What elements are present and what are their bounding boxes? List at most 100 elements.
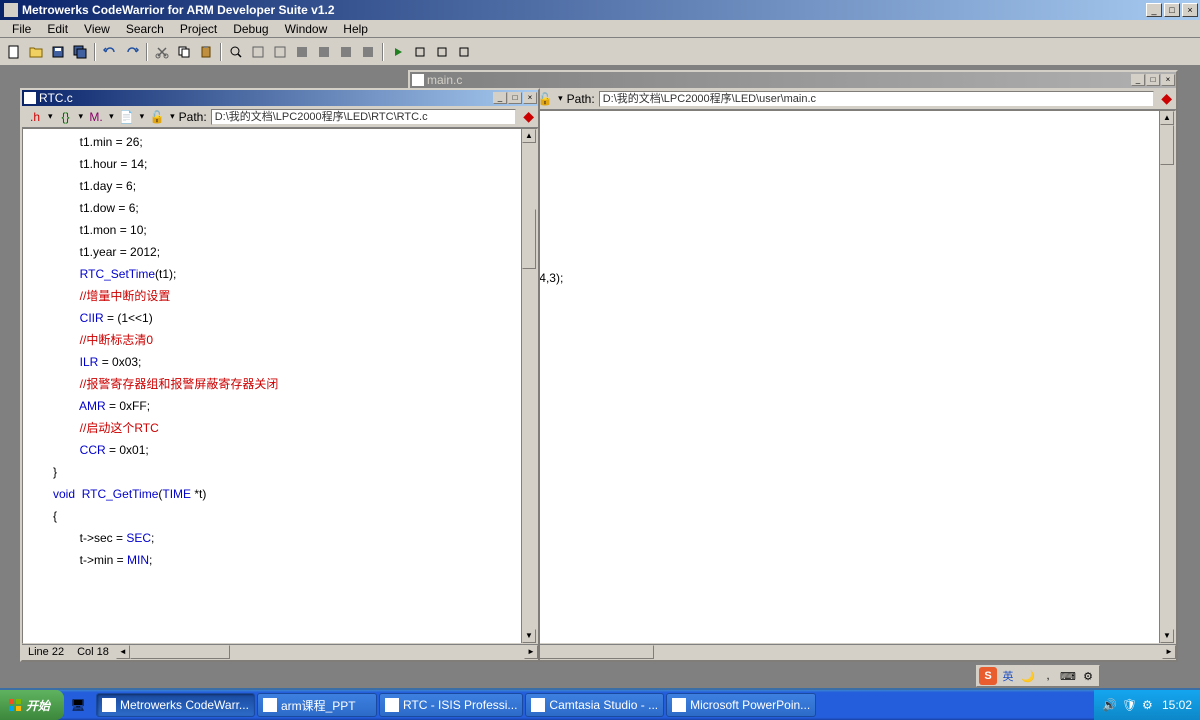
ime-punct-icon[interactable]: , xyxy=(1039,667,1057,685)
scroll-up-button[interactable]: ▲ xyxy=(522,129,536,143)
max-button[interactable]: □ xyxy=(1146,74,1160,86)
menu-window[interactable]: Window xyxy=(277,21,336,37)
scroll-thumb[interactable] xyxy=(1160,125,1174,165)
modified-indicator-icon[interactable]: ◆ xyxy=(1161,90,1172,107)
toolbar-icon-5[interactable] xyxy=(432,42,452,62)
doc-nav-icon[interactable]: 📄 xyxy=(118,108,136,126)
scroll-down-button[interactable]: ▼ xyxy=(1160,629,1174,643)
path-field-main[interactable]: D:\我的文档\LPC2000程序\LED\user\main.c xyxy=(599,91,1155,107)
menu-debug[interactable]: Debug xyxy=(225,21,276,37)
scroll-up-button[interactable]: ▲ xyxy=(1160,111,1174,125)
path-label: Path: xyxy=(567,92,595,106)
task-button[interactable]: RTC - ISIS Professi... xyxy=(379,693,523,717)
task-button[interactable]: Camtasia Studio - ... xyxy=(525,693,664,717)
min-button[interactable]: _ xyxy=(493,92,507,104)
save-all-icon[interactable] xyxy=(70,42,90,62)
menu-edit[interactable]: Edit xyxy=(39,21,76,37)
new-file-icon[interactable] xyxy=(4,42,24,62)
find-icon[interactable] xyxy=(226,42,246,62)
task-button[interactable]: Microsoft PowerPoin... xyxy=(666,693,816,717)
modified-indicator-icon[interactable]: ◆ xyxy=(523,108,534,125)
menu-help[interactable]: Help xyxy=(335,21,376,37)
app-titlebar: Metrowerks CodeWarrior for ARM Developer… xyxy=(0,0,1200,20)
start-label: 开始 xyxy=(26,697,50,714)
close-button[interactable]: × xyxy=(523,92,537,104)
toolbar-icon-6[interactable] xyxy=(454,42,474,62)
marker-nav-icon[interactable]: M. xyxy=(87,108,105,126)
menu-view[interactable]: View xyxy=(76,21,118,37)
workspace: main.c _ □ × .h▾ {}▾ M.▾ 📄▾ 🔓▾ Path: D:\… xyxy=(0,66,1200,688)
tray-icon[interactable]: 🔊 xyxy=(1102,698,1116,712)
header-nav-icon[interactable]: .h xyxy=(26,108,44,126)
menu-project[interactable]: Project xyxy=(172,21,225,37)
language-bar[interactable]: S 英 🌙 , ⌨ ⚙ xyxy=(976,665,1100,687)
lang-toggle[interactable]: 英 xyxy=(999,667,1017,685)
run-icon[interactable] xyxy=(388,42,408,62)
toolbar-icon-4[interactable] xyxy=(358,42,378,62)
undo-icon[interactable] xyxy=(100,42,120,62)
task-buttons: Metrowerks CodeWarr...arm课程_PPT RTC - ISI… xyxy=(92,693,1094,717)
start-button[interactable]: 开始 xyxy=(0,690,64,720)
ime-settings-icon[interactable]: ⚙ xyxy=(1079,667,1097,685)
open-file-icon[interactable] xyxy=(26,42,46,62)
show-desktop-icon[interactable]: 🖥 xyxy=(68,694,88,716)
vertical-scrollbar[interactable]: ▲ ▼ xyxy=(521,129,537,643)
task-label: Microsoft PowerPoin... xyxy=(690,698,810,712)
maximize-button[interactable]: □ xyxy=(1164,3,1180,17)
min-button[interactable]: _ xyxy=(1131,74,1145,86)
ime-icon[interactable]: S xyxy=(979,667,997,685)
paste-icon[interactable] xyxy=(196,42,216,62)
editor-toolbar-rtc: .h▾ {}▾ M.▾ 📄▾ 🔓▾ Path: D:\我的文档\LPC2000程… xyxy=(22,106,538,128)
lock-icon[interactable]: 🔓 xyxy=(148,108,166,126)
code-editor-rtc[interactable]: t1.min = 26; t1.hour = 14; t1.day = 6; t… xyxy=(23,129,521,643)
app-icon xyxy=(4,3,18,17)
clock[interactable]: 15:02 xyxy=(1162,698,1192,712)
menu-search[interactable]: Search xyxy=(118,21,172,37)
editor-window-rtc[interactable]: RTC.c _ □ × .h▾ {}▾ M.▾ 📄▾ 🔓▾ Path: D:\我… xyxy=(20,88,540,662)
scroll-down-button[interactable]: ▼ xyxy=(522,629,536,643)
save-icon[interactable] xyxy=(48,42,68,62)
redo-icon[interactable] xyxy=(122,42,142,62)
scroll-right-button[interactable]: ► xyxy=(524,645,538,659)
status-col: Col 18 xyxy=(71,645,116,660)
quick-launch: 🖥 xyxy=(64,694,92,716)
vertical-scrollbar[interactable]: ▲ ▼ xyxy=(1159,111,1175,643)
system-tray: 🔊 🛡 ⚙ 15:02 xyxy=(1094,690,1200,720)
close-button[interactable]: × xyxy=(1161,74,1175,86)
scroll-thumb[interactable] xyxy=(522,209,536,269)
menu-file[interactable]: File xyxy=(4,21,39,37)
toolbar-icon-2[interactable] xyxy=(314,42,334,62)
ime-keyboard-icon[interactable]: ⌨ xyxy=(1059,667,1077,685)
copy-icon[interactable] xyxy=(174,42,194,62)
window-title-main[interactable]: main.c _ □ × xyxy=(410,72,1176,88)
replace-icon[interactable] xyxy=(270,42,290,62)
hscroll-thumb[interactable] xyxy=(130,645,230,659)
path-field-rtc[interactable]: D:\我的文档\LPC2000程序\LED\RTC\RTC.c xyxy=(211,109,517,125)
window-title-rtc[interactable]: RTC.c _ □ × xyxy=(22,90,538,106)
task-app-icon xyxy=(672,698,686,712)
file-icon xyxy=(24,92,36,104)
scroll-right-button[interactable]: ► xyxy=(1162,645,1176,659)
debug-icon[interactable] xyxy=(410,42,430,62)
braces-nav-icon[interactable]: {} xyxy=(57,108,75,126)
scroll-left-button[interactable]: ◄ xyxy=(116,645,130,659)
task-app-icon xyxy=(385,698,399,712)
main-toolbar xyxy=(0,38,1200,66)
toolbar-icon-1[interactable] xyxy=(292,42,312,62)
tray-icon[interactable]: ⚙ xyxy=(1142,698,1156,712)
toolbar-icon-3[interactable] xyxy=(336,42,356,62)
horizontal-scrollbar[interactable]: ◄ ► xyxy=(116,645,538,660)
find-next-icon[interactable] xyxy=(248,42,268,62)
menubar: File Edit View Search Project Debug Wind… xyxy=(0,20,1200,38)
cut-icon[interactable] xyxy=(152,42,172,62)
task-label: RTC - ISIS Professi... xyxy=(403,698,517,712)
task-label: Camtasia Studio - ... xyxy=(549,698,658,712)
minimize-button[interactable]: _ xyxy=(1146,3,1162,17)
tray-icon[interactable]: 🛡 xyxy=(1122,698,1136,712)
task-button[interactable]: arm课程_PPT xyxy=(257,693,377,717)
ime-moon-icon[interactable]: 🌙 xyxy=(1019,667,1037,685)
windows-logo-icon xyxy=(8,698,22,712)
task-button[interactable]: Metrowerks CodeWarr... xyxy=(96,693,255,717)
close-button[interactable]: × xyxy=(1182,3,1198,17)
max-button[interactable]: □ xyxy=(508,92,522,104)
